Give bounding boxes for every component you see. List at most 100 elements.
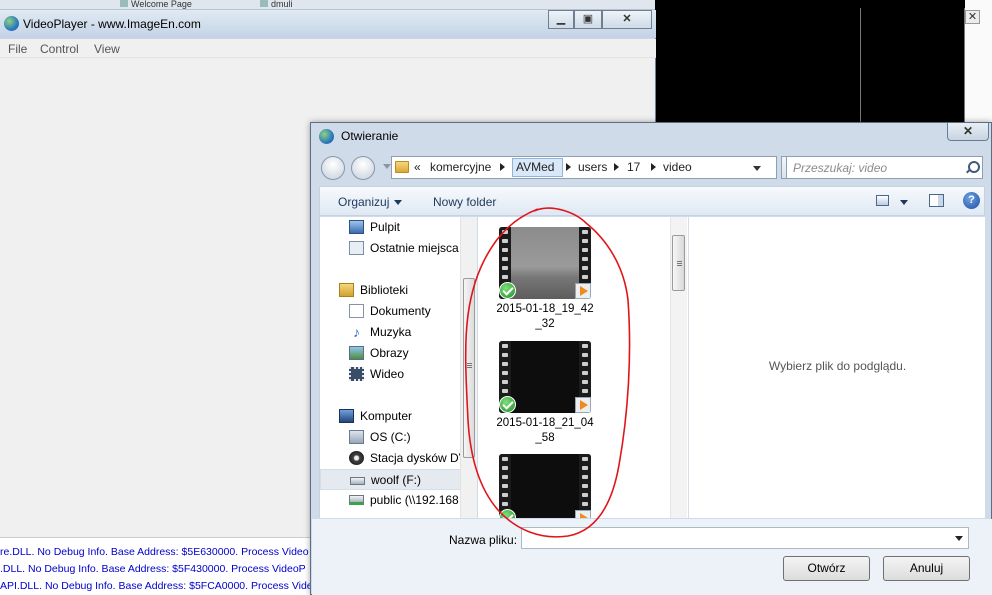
folder-icon (395, 161, 409, 173)
breadcrumb-separator-icon[interactable] (614, 163, 619, 171)
address-bar[interactable]: « komercyjne AVMed users 17 video (391, 156, 777, 179)
nav-item-label: Muzyka (370, 325, 412, 339)
nav-item-label: Pulpit (370, 220, 401, 234)
nav-item-pulpit[interactable]: Pulpit (320, 217, 471, 238)
nav-item-label: woolf (F:) (371, 473, 422, 487)
grip-line (677, 263, 682, 264)
nav-item-documents[interactable]: Dokumenty (320, 301, 471, 322)
breadcrumb-separator-icon[interactable] (566, 163, 571, 171)
nav-item-label: Ostatnie miejsca (370, 241, 459, 255)
preview-pane: Wybierz plik do podglądu. (688, 217, 985, 518)
forward-button[interactable] (351, 156, 375, 180)
breadcrumb-users[interactable]: users (578, 160, 607, 174)
organize-menu[interactable]: Organizuj (338, 195, 403, 209)
window-title: VideoPlayer - www.ImageEn.com (23, 17, 201, 31)
minimize-button[interactable]: ▁ (548, 10, 574, 29)
nav-item-woolf[interactable]: woolf (F:) (320, 469, 471, 490)
log-line: API.DLL. No Debug Info. Base Address: $5… (0, 580, 318, 592)
documents-icon (349, 304, 364, 318)
desktop-icon (349, 220, 364, 234)
page-icon (120, 0, 128, 7)
dialog-title: Otwieranie (341, 129, 399, 143)
nav-item-music[interactable]: ♪ Muzyka (320, 322, 471, 343)
change-view-icon[interactable] (876, 195, 889, 206)
red-circle-annotation (464, 207, 631, 538)
music-icon: ♪ (353, 324, 360, 340)
dvd-drive-icon (349, 451, 364, 465)
nav-item-label: Biblioteki (360, 283, 409, 297)
preview-pane-icon[interactable] (929, 194, 944, 207)
help-icon[interactable]: ? (963, 192, 980, 209)
video-surface-divider (860, 8, 965, 126)
debug-log: re.DLL. No Debug Info. Base Address: $5E… (0, 537, 318, 595)
search-icon[interactable] (965, 161, 980, 175)
removable-drive-icon (350, 477, 365, 485)
nav-item-label: Obrazy (370, 346, 409, 360)
close-button[interactable]: ✕ (602, 10, 652, 29)
taskbar-strip (0, 0, 660, 10)
app-globe-icon (319, 129, 334, 144)
computer-icon (339, 409, 354, 423)
dialog-close-button[interactable]: ✕ (947, 123, 989, 141)
nav-item-recent[interactable]: Ostatnie miejsca (320, 238, 471, 259)
organize-label: Organizuj (338, 195, 390, 209)
search-placeholder: Przeszukaj: video (793, 161, 888, 175)
nav-item-video[interactable]: Wideo (320, 364, 471, 385)
chevron-down-icon (394, 200, 403, 206)
menu-bar: File Control View (0, 39, 656, 58)
background-tab-label: Welcome Page (131, 0, 192, 9)
nav-item-label: Stacja dysków DV (370, 451, 467, 465)
log-line: re.DLL. No Debug Info. Base Address: $5E… (0, 546, 309, 558)
video-icon (349, 367, 364, 381)
breadcrumb-separator-icon[interactable] (500, 163, 505, 171)
menu-control[interactable]: Control (40, 42, 79, 56)
background-close-button[interactable]: ✕ (965, 10, 980, 24)
menu-view[interactable]: View (94, 42, 120, 56)
page-icon (260, 0, 268, 7)
nav-item-libraries[interactable]: Biblioteki (320, 280, 471, 301)
grip-line (677, 265, 682, 266)
nav-item-drive-c[interactable]: OS (C:) (320, 427, 471, 448)
libraries-icon (339, 283, 354, 297)
nav-item-computer[interactable]: Komputer (320, 406, 471, 427)
background-tab-label: dmuli (271, 0, 293, 9)
network-drive-icon (349, 495, 364, 505)
nav-item-label: OS (C:) (370, 430, 411, 444)
grip-line (677, 261, 682, 262)
breadcrumb-separator-icon[interactable] (651, 163, 656, 171)
videoplayer-titlebar: VideoPlayer - www.ImageEn.com ▁ ▣ ✕ (0, 10, 656, 38)
open-button[interactable]: Otwórz (783, 556, 870, 581)
view-options-chevron-icon[interactable] (900, 200, 908, 205)
breadcrumb-17[interactable]: 17 (627, 160, 640, 174)
file-list-scrollbar-thumb[interactable] (672, 235, 685, 291)
app-globe-icon (4, 16, 19, 31)
back-button[interactable] (321, 156, 345, 180)
nav-item-label: Komputer (360, 409, 413, 423)
nav-item-label: Dokumenty (370, 304, 431, 318)
breadcrumb-komercyjne[interactable]: komercyjne (430, 160, 491, 174)
preview-placeholder: Wybierz plik do podglądu. (768, 359, 907, 373)
cancel-button[interactable]: Anuluj (883, 556, 970, 581)
maximize-button[interactable]: ▣ (574, 10, 602, 29)
nav-item-label: public (\\192.168 (370, 493, 459, 507)
nav-item-label: Wideo (370, 367, 405, 381)
breadcrumb-video[interactable]: video (663, 160, 692, 174)
nav-item-pictures[interactable]: Obrazy (320, 343, 471, 364)
background-tab[interactable]: Welcome Page (120, 0, 192, 9)
recent-locations-chevron-icon[interactable] (383, 164, 391, 169)
breadcrumb-avmed[interactable]: AVMed (516, 160, 554, 174)
drive-c-icon (349, 430, 364, 444)
log-line: .DLL. No Debug Info. Base Address: $5F43… (0, 563, 306, 575)
menu-file[interactable]: File (8, 42, 27, 56)
navigation-pane: Pulpit Ostatnie miejsca Biblioteki Dokum… (319, 217, 471, 518)
address-dropdown-icon[interactable] (750, 159, 764, 176)
open-file-dialog: Otwieranie ✕ « komercyjne AVMed users 17… (310, 122, 992, 595)
nav-item-dvd[interactable]: Stacja dysków DV (320, 448, 471, 469)
nav-item-public[interactable]: public (\\192.168 (320, 490, 471, 511)
search-box[interactable]: Przeszukaj: video (786, 156, 983, 179)
pictures-icon (349, 346, 364, 360)
recent-places-icon (349, 241, 364, 255)
background-tab[interactable]: dmuli (260, 0, 293, 9)
breadcrumb-overflow[interactable]: « (414, 160, 421, 174)
command-bar: Organizuj Nowy folder ? (319, 186, 985, 216)
